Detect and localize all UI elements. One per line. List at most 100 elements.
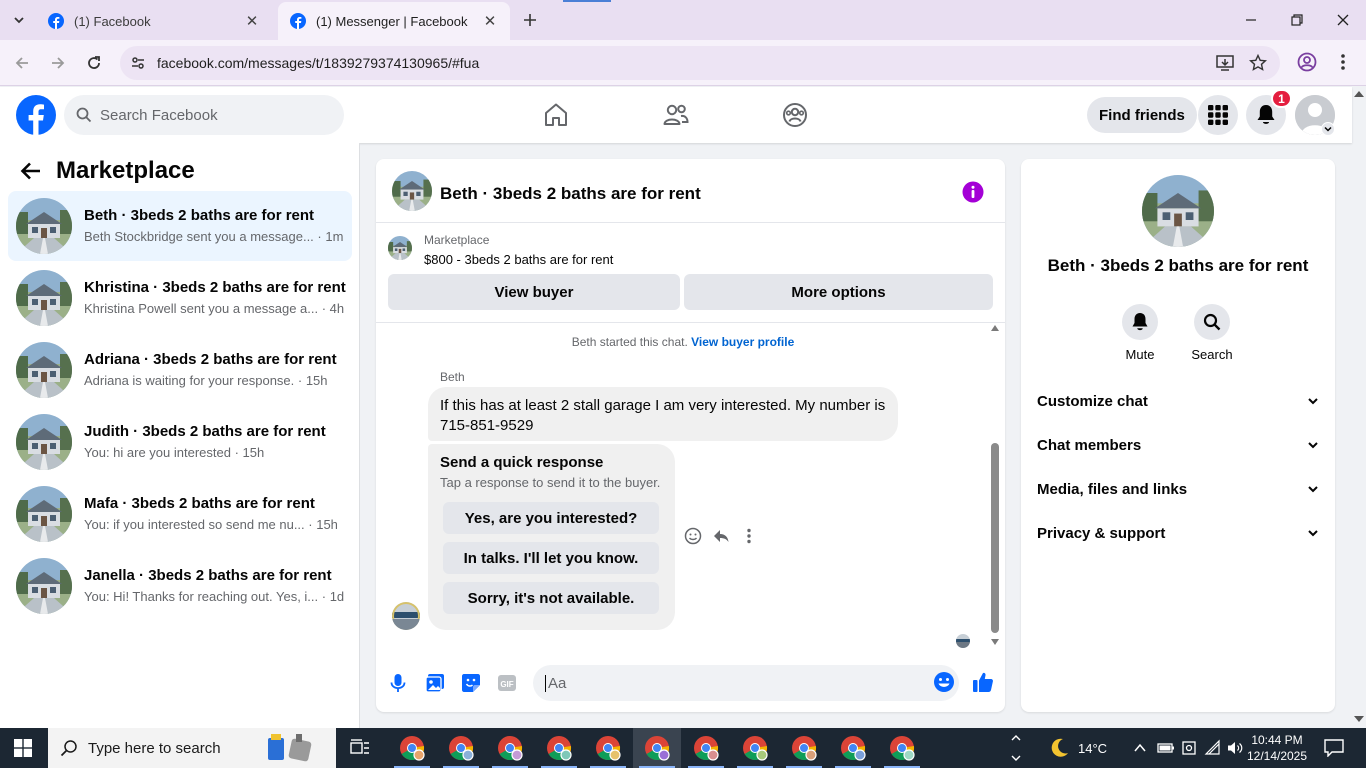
chevron-expand-icon[interactable] [1010, 734, 1022, 762]
seen-receipt-avatar [956, 634, 970, 648]
battery-icon[interactable] [1157, 741, 1175, 755]
thumbs-up-icon[interactable] [972, 671, 994, 693]
taskbar-chrome-app[interactable] [388, 728, 436, 768]
info-icon[interactable] [962, 181, 984, 203]
new-tab-button[interactable] [520, 10, 540, 30]
taskbar-chrome-app[interactable] [682, 728, 730, 768]
chat-scroll-up-arrow[interactable] [991, 325, 999, 331]
close-tab-icon[interactable]: ✕ [244, 13, 260, 30]
restore-button[interactable] [1286, 9, 1308, 31]
message-input-box[interactable] [533, 665, 959, 701]
conversation-snippet: Khristina Powell sent you a message a...… [84, 301, 345, 316]
quick-response-button[interactable]: Sorry, it's not available. [443, 582, 659, 614]
home-icon[interactable] [542, 101, 570, 129]
weather-moon-icon[interactable] [1048, 737, 1070, 759]
url-text[interactable]: facebook.com/messages/t/1839279374130965… [157, 55, 479, 71]
groups-icon[interactable] [781, 101, 809, 129]
windows-start-icon[interactable] [14, 739, 32, 757]
bookmark-star-icon[interactable] [1249, 54, 1267, 72]
privacy-support-section[interactable]: Privacy & support [1029, 511, 1327, 555]
reload-icon [88, 56, 100, 69]
conversation-item[interactable]: Khristina · 3beds 2 baths are for rent K… [8, 263, 352, 333]
page-scroll-down-arrow[interactable] [1354, 716, 1364, 722]
install-app-icon[interactable] [1216, 54, 1234, 72]
menu-button[interactable] [1198, 95, 1238, 135]
quick-response-button[interactable]: In talks. I'll let you know. [443, 542, 659, 574]
more-options-button[interactable]: More options [684, 274, 993, 310]
react-emoji-icon[interactable] [684, 527, 702, 545]
view-buyer-profile-link[interactable]: View buyer profile [691, 335, 794, 349]
taskbar-chrome-app[interactable] [486, 728, 534, 768]
conversation-item[interactable]: Beth · 3beds 2 baths are for rent Beth S… [8, 191, 352, 261]
photo-gallery-icon[interactable] [425, 673, 445, 693]
wifi-icon[interactable] [1204, 739, 1222, 757]
back-button[interactable] [11, 52, 33, 74]
taskbar-search-box[interactable] [48, 728, 336, 768]
omnibox[interactable]: facebook.com/messages/t/1839279374130965… [120, 46, 1280, 80]
microphone-icon[interactable] [390, 673, 406, 693]
listing-thumbnail [16, 270, 72, 326]
taskbar-chrome-app[interactable] [535, 728, 583, 768]
conversation-item[interactable]: Adriana · 3beds 2 baths are for rent Adr… [8, 335, 352, 405]
taskbar-chrome-app[interactable] [780, 728, 828, 768]
emoji-icon[interactable] [933, 671, 955, 693]
view-buyer-button[interactable]: View buyer [388, 274, 680, 310]
facebook-search-box[interactable] [64, 95, 344, 135]
sender-avatar[interactable] [392, 602, 420, 630]
taskbar-chrome-app[interactable] [878, 728, 926, 768]
facebook-search-input[interactable] [100, 106, 320, 124]
taskbar-search-input[interactable] [88, 739, 258, 757]
taskbar-chrome-app-active[interactable] [633, 728, 681, 768]
meet-now-icon[interactable] [1181, 740, 1197, 756]
browser-tab-messenger[interactable]: (1) Messenger | Facebook ✕ [278, 2, 510, 40]
system-clock[interactable]: 10:44 PM 12/14/2025 [1244, 732, 1310, 764]
weather-temperature[interactable]: 14°C [1078, 728, 1107, 768]
chat-title[interactable]: Beth · 3beds 2 baths are for rent [440, 184, 701, 204]
browser-tab-facebook[interactable]: (1) Facebook ✕ [36, 2, 272, 40]
quick-response-button[interactable]: Yes, are you interested? [443, 502, 659, 534]
conversation-item[interactable]: Mafa · 3beds 2 baths are for rent You: i… [8, 479, 352, 549]
forward-button[interactable] [47, 52, 69, 74]
sticker-icon[interactable] [461, 673, 481, 693]
conversation-name: Adriana · 3beds 2 baths are for rent [84, 351, 337, 368]
task-view-icon[interactable] [350, 739, 370, 757]
site-settings-icon[interactable] [130, 55, 146, 71]
taskbar-chrome-app[interactable] [584, 728, 632, 768]
kebab-menu-icon[interactable] [1335, 52, 1351, 72]
tab-search-button[interactable] [8, 9, 30, 31]
customize-chat-section[interactable]: Customize chat [1029, 379, 1327, 423]
reply-icon[interactable] [712, 527, 730, 545]
friends-icon[interactable] [662, 101, 690, 129]
quick-response-card: Send a quick response Tap a response to … [428, 444, 675, 630]
more-vertical-icon[interactable] [740, 527, 758, 545]
chat-members-section[interactable]: Chat members [1029, 423, 1327, 467]
chrome-profile-icon[interactable] [1297, 52, 1317, 72]
account-chevron[interactable] [1321, 122, 1335, 136]
close-tab-icon[interactable]: ✕ [482, 13, 498, 30]
chat-thumbnail[interactable] [392, 171, 432, 211]
back-arrow-icon[interactable] [20, 161, 42, 181]
reload-button[interactable] [83, 52, 105, 74]
facebook-logo-icon[interactable] [16, 95, 56, 135]
close-window-button[interactable] [1332, 9, 1354, 31]
media-files-links-section[interactable]: Media, files and links [1029, 467, 1327, 511]
volume-icon[interactable] [1226, 739, 1244, 757]
listing-thumbnail[interactable] [1142, 175, 1214, 247]
taskbar-chrome-app[interactable] [437, 728, 485, 768]
taskbar-chrome-app[interactable] [731, 728, 779, 768]
chat-scrollbar-thumb[interactable] [991, 443, 999, 633]
page-scroll-up-arrow[interactable] [1354, 91, 1364, 97]
message-input[interactable] [545, 674, 905, 692]
taskbar-chrome-app[interactable] [829, 728, 877, 768]
chevron-up-icon[interactable] [1133, 742, 1147, 754]
find-friends-button[interactable]: Find friends [1087, 97, 1197, 133]
gif-icon[interactable]: GIF [497, 673, 517, 693]
chat-scroll-down-arrow[interactable] [991, 639, 999, 645]
action-center-icon[interactable] [1324, 739, 1344, 757]
conversation-item[interactable]: Janella · 3beds 2 baths are for rent You… [8, 551, 352, 621]
mute-button[interactable]: Mute [1110, 304, 1170, 362]
search-in-chat-button[interactable]: Search [1182, 304, 1242, 362]
minimize-button[interactable] [1240, 9, 1262, 31]
conversation-item[interactable]: Judith · 3beds 2 baths are for rent You:… [8, 407, 352, 477]
listing-price-title[interactable]: $800 - 3beds 2 baths are for rent [424, 252, 613, 267]
